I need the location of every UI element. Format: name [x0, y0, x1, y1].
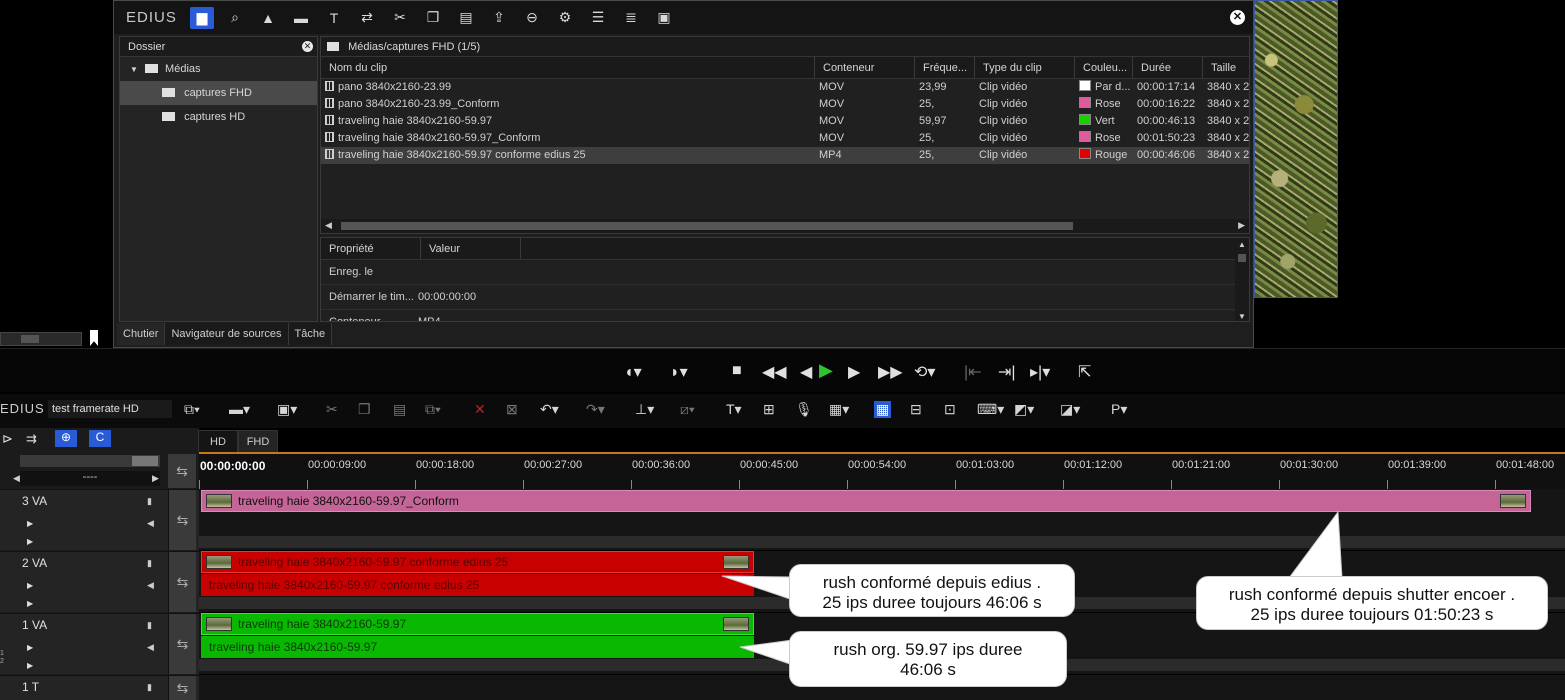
callout-original-rush: rush org. 59.97 ips duree 46:06 s — [789, 631, 1067, 687]
callout-text: rush conformé depuis edius . — [822, 573, 1042, 592]
callout-text: rush conformé depuis shutter encoer . — [1228, 585, 1516, 604]
callout-text: rush org. 59.97 ips duree — [833, 640, 1023, 659]
callout-tail-2 — [1288, 510, 1343, 579]
callout-tail-1 — [721, 575, 794, 601]
callout-text: 25 ips duree toujours 46:06 s — [822, 593, 1042, 612]
callout-text: 46:06 s — [900, 660, 956, 679]
callout-edius-conform: rush conformé depuis edius . 25 ips dure… — [789, 564, 1075, 617]
callout-shutter-conform: rush conformé depuis shutter encoer . 25… — [1196, 576, 1548, 630]
callout-tail-3 — [739, 639, 794, 666]
callout-text: 25 ips duree toujours 01:50:23 s — [1250, 605, 1494, 624]
